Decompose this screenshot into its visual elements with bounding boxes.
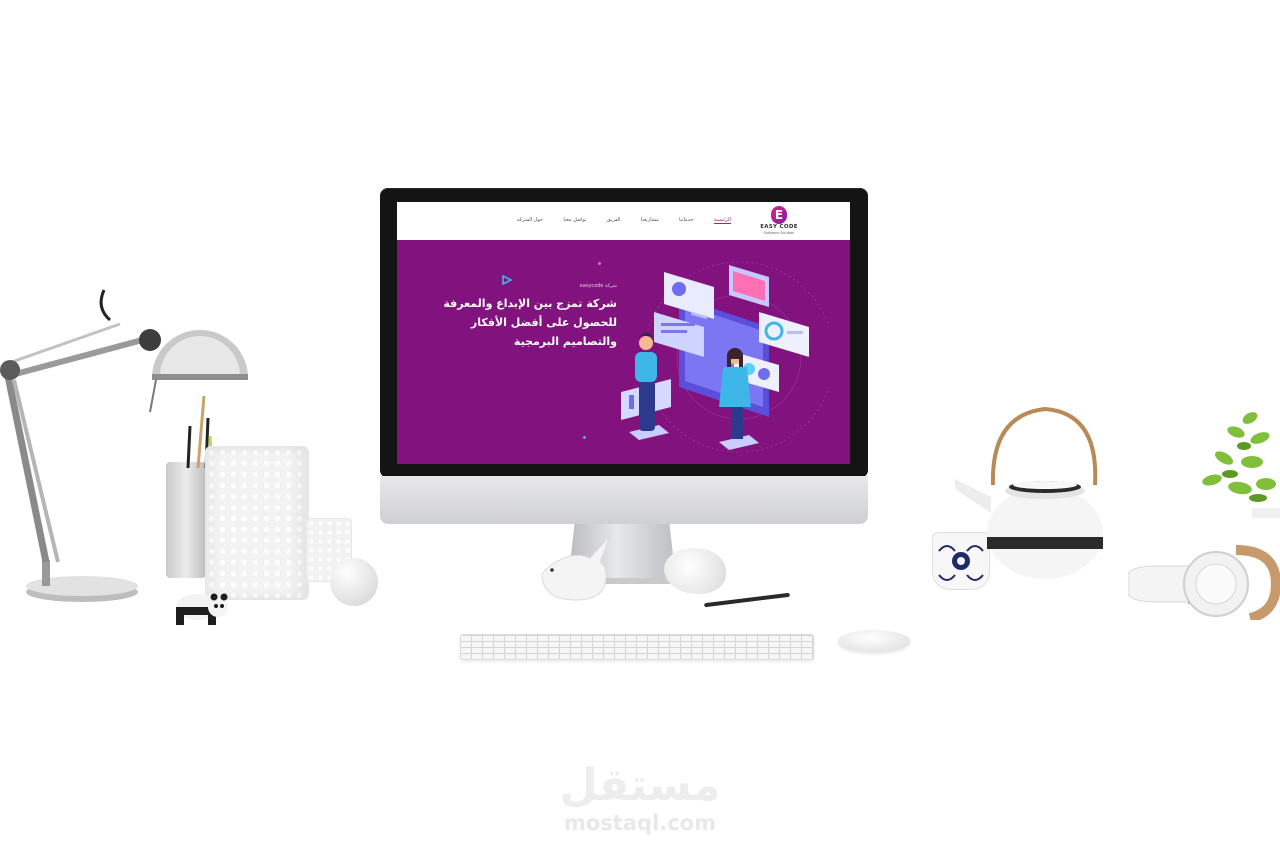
site-logo-icon[interactable]: E — [771, 206, 787, 224]
glass-ball — [330, 558, 378, 606]
site-logo-subtitle: Software Solution — [763, 231, 795, 235]
plant-icon — [1202, 412, 1280, 518]
hero-title-line: والتصاميم البرمجية — [513, 335, 617, 348]
hero-title-line: شركة تمزج بين الإبداع والمعرفة — [443, 297, 617, 310]
hero-title: شركة تمزج بين الإبداع والمعرفة للحصول عل… — [427, 294, 617, 351]
pen — [704, 592, 790, 608]
nav-item-services[interactable]: خدماتنا — [679, 217, 693, 223]
site-logo-title[interactable]: EASY CODE — [751, 224, 807, 230]
watermark-logo: مستقل — [559, 760, 721, 811]
play-icon[interactable] — [502, 275, 512, 285]
nav-item-projects[interactable]: مشاريعنا — [641, 217, 659, 223]
hero-label: easycode شركة — [579, 283, 617, 289]
decorative-dot — [598, 262, 601, 265]
pencil-cup — [166, 462, 206, 578]
mouse — [838, 630, 910, 652]
panda-figurine-icon — [176, 593, 228, 625]
watermark-url: mostaql.com — [564, 811, 716, 835]
main-nav: الرئيسية خدماتنا مشاريعنا الفريق تواصل م… — [517, 215, 731, 225]
bird-figurine-icon — [541, 535, 611, 601]
crumpled-paper — [664, 548, 726, 594]
nav-item-about[interactable]: حول الشركة — [517, 217, 543, 223]
keyboard — [460, 634, 814, 660]
website-screen: E EASY CODE Software Solution الرئيسية خ… — [397, 202, 850, 464]
headphones-icon — [1128, 545, 1280, 620]
hero-illustration — [621, 261, 829, 453]
decorative-dot — [583, 436, 586, 439]
nav-item-home[interactable]: الرئيسية — [713, 217, 731, 224]
monitor-chin — [380, 476, 868, 524]
perforated-holder — [205, 446, 309, 600]
hero-title-line: للحصول على أفضل الأفكار — [470, 316, 617, 329]
site-header: E EASY CODE Software Solution الرئيسية خ… — [397, 202, 850, 240]
nav-item-contact[interactable]: تواصل معنا — [563, 217, 586, 223]
nav-item-team[interactable]: الفريق — [607, 217, 621, 223]
teapot-icon — [955, 406, 1103, 579]
